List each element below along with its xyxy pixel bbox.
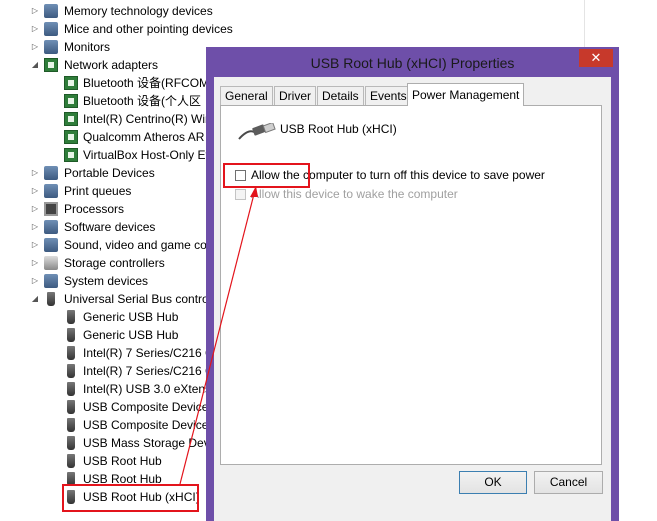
tree-item-label: USB Mass Storage Devic bbox=[83, 436, 219, 450]
allow-power-off-label[interactable]: Allow the computer to turn off this devi… bbox=[251, 168, 545, 182]
cancel-button[interactable]: Cancel bbox=[534, 471, 603, 494]
allow-wake-checkbox bbox=[235, 189, 246, 200]
device-name: USB Root Hub (xHCI) bbox=[280, 122, 397, 136]
speaker-icon bbox=[44, 238, 58, 252]
network-icon bbox=[44, 58, 58, 72]
expand-arrow-icon[interactable]: ▷ bbox=[30, 254, 40, 272]
properties-dialog: USB Root Hub (xHCI) Properties ✕ General… bbox=[206, 47, 619, 521]
tree-item-label: Bluetooth 设备(RFCOM bbox=[83, 76, 210, 90]
usb-icon bbox=[67, 436, 75, 450]
expand-arrow-icon[interactable]: ▷ bbox=[30, 164, 40, 182]
tree-item-label: USB Root Hub bbox=[83, 472, 162, 486]
tab-events[interactable]: Events bbox=[365, 86, 412, 105]
usb-icon bbox=[67, 400, 75, 414]
expand-arrow-icon[interactable]: ▷ bbox=[30, 272, 40, 290]
network-icon bbox=[64, 148, 78, 162]
tree-item-label: Intel(R) Centrino(R) Wir bbox=[83, 112, 210, 126]
tree-item-label: Generic USB Hub bbox=[83, 310, 179, 324]
memory-icon bbox=[44, 4, 58, 18]
usb-icon bbox=[67, 418, 75, 432]
usb-icon bbox=[67, 382, 75, 396]
tree-item-label: Generic USB Hub bbox=[83, 328, 179, 342]
tree-item-label: Processors bbox=[64, 202, 125, 216]
tree-item-label: Portable Devices bbox=[64, 166, 155, 180]
dialog-titlebar[interactable]: USB Root Hub (xHCI) Properties ✕ bbox=[206, 47, 619, 77]
usb-icon bbox=[67, 472, 75, 486]
tree-item-label: USB Composite Device bbox=[83, 418, 209, 432]
expand-arrow-icon[interactable]: ▷ bbox=[30, 2, 40, 20]
usb-icon bbox=[67, 454, 75, 468]
tree-item-label: USB Root Hub bbox=[83, 454, 162, 468]
network-icon bbox=[64, 94, 78, 108]
usb-icon bbox=[47, 292, 55, 306]
monitor-icon bbox=[44, 40, 58, 54]
tree-item-label: VirtualBox Host-Only Et bbox=[83, 148, 209, 162]
power-management-panel: USB Root Hub (xHCI) Allow the computer t… bbox=[220, 105, 602, 465]
usb-plug-icon bbox=[238, 123, 276, 140]
printer-icon bbox=[44, 184, 58, 198]
tree-item-label: Bluetooth 设备(个人区 bbox=[83, 94, 202, 108]
tab-driver[interactable]: Driver bbox=[274, 86, 316, 105]
tree-item-label: Memory technology devices bbox=[64, 4, 213, 18]
expand-arrow-icon[interactable]: ▷ bbox=[30, 200, 40, 218]
allow-wake-label: Allow this device to wake the computer bbox=[251, 187, 458, 201]
tab-details[interactable]: Details bbox=[317, 86, 364, 105]
dialog-title: USB Root Hub (xHCI) Properties bbox=[310, 55, 515, 71]
usb-icon bbox=[67, 346, 75, 360]
portable-device-icon bbox=[44, 166, 58, 180]
tree-item-label: USB Root Hub (xHCI) bbox=[83, 490, 200, 504]
network-icon bbox=[64, 76, 78, 90]
expand-arrow-icon[interactable]: ▷ bbox=[30, 218, 40, 236]
dialog-client: General Driver Details Events Power Mana… bbox=[214, 77, 611, 521]
tree-item-label: Software devices bbox=[64, 220, 156, 234]
usb-icon bbox=[67, 310, 75, 324]
tree-item-label: Intel(R) 7 Series/C216 C bbox=[83, 364, 214, 378]
processor-icon bbox=[44, 202, 58, 216]
collapse-arrow-icon[interactable]: ◢ bbox=[30, 290, 40, 308]
close-icon: ✕ bbox=[590, 50, 602, 65]
expand-arrow-icon[interactable]: ▷ bbox=[30, 182, 40, 200]
tree-item-label: Monitors bbox=[64, 40, 111, 54]
tree-item-label: Mice and other pointing devices bbox=[64, 22, 233, 36]
tree-item-label: Intel(R) 7 Series/C216 C bbox=[83, 346, 214, 360]
expand-arrow-icon[interactable]: ▷ bbox=[30, 236, 40, 254]
tree-item-label: Intel(R) USB 3.0 eXtensi bbox=[83, 382, 214, 396]
collapse-arrow-icon[interactable]: ◢ bbox=[30, 56, 40, 74]
storage-icon bbox=[44, 256, 58, 270]
network-icon bbox=[64, 130, 78, 144]
usb-icon bbox=[67, 490, 75, 504]
usb-icon bbox=[67, 364, 75, 378]
tree-item-label: Network adapters bbox=[64, 58, 159, 72]
expand-arrow-icon[interactable]: ▷ bbox=[30, 38, 40, 56]
close-button[interactable]: ✕ bbox=[579, 49, 613, 67]
expand-arrow-icon[interactable]: ▷ bbox=[30, 20, 40, 38]
system-device-icon bbox=[44, 274, 58, 288]
mouse-icon bbox=[44, 22, 58, 36]
tab-general[interactable]: General bbox=[220, 86, 273, 105]
tree-item-label: Storage controllers bbox=[64, 256, 165, 270]
tree-item-label: Qualcomm Atheros AR bbox=[83, 130, 205, 144]
tree-item-label: Sound, video and game co bbox=[64, 238, 207, 252]
ok-button[interactable]: OK bbox=[459, 471, 527, 494]
tree-item-label: System devices bbox=[64, 274, 149, 288]
software-device-icon bbox=[44, 220, 58, 234]
tree-item-label: Universal Serial Bus control bbox=[64, 292, 212, 306]
allow-power-off-checkbox[interactable] bbox=[235, 170, 246, 181]
network-icon bbox=[64, 112, 78, 126]
usb-icon bbox=[67, 328, 75, 342]
tree-item-label: USB Composite Device bbox=[83, 400, 209, 414]
tab-power-management[interactable]: Power Management bbox=[407, 83, 525, 106]
tree-item-label: Print queues bbox=[64, 184, 132, 198]
